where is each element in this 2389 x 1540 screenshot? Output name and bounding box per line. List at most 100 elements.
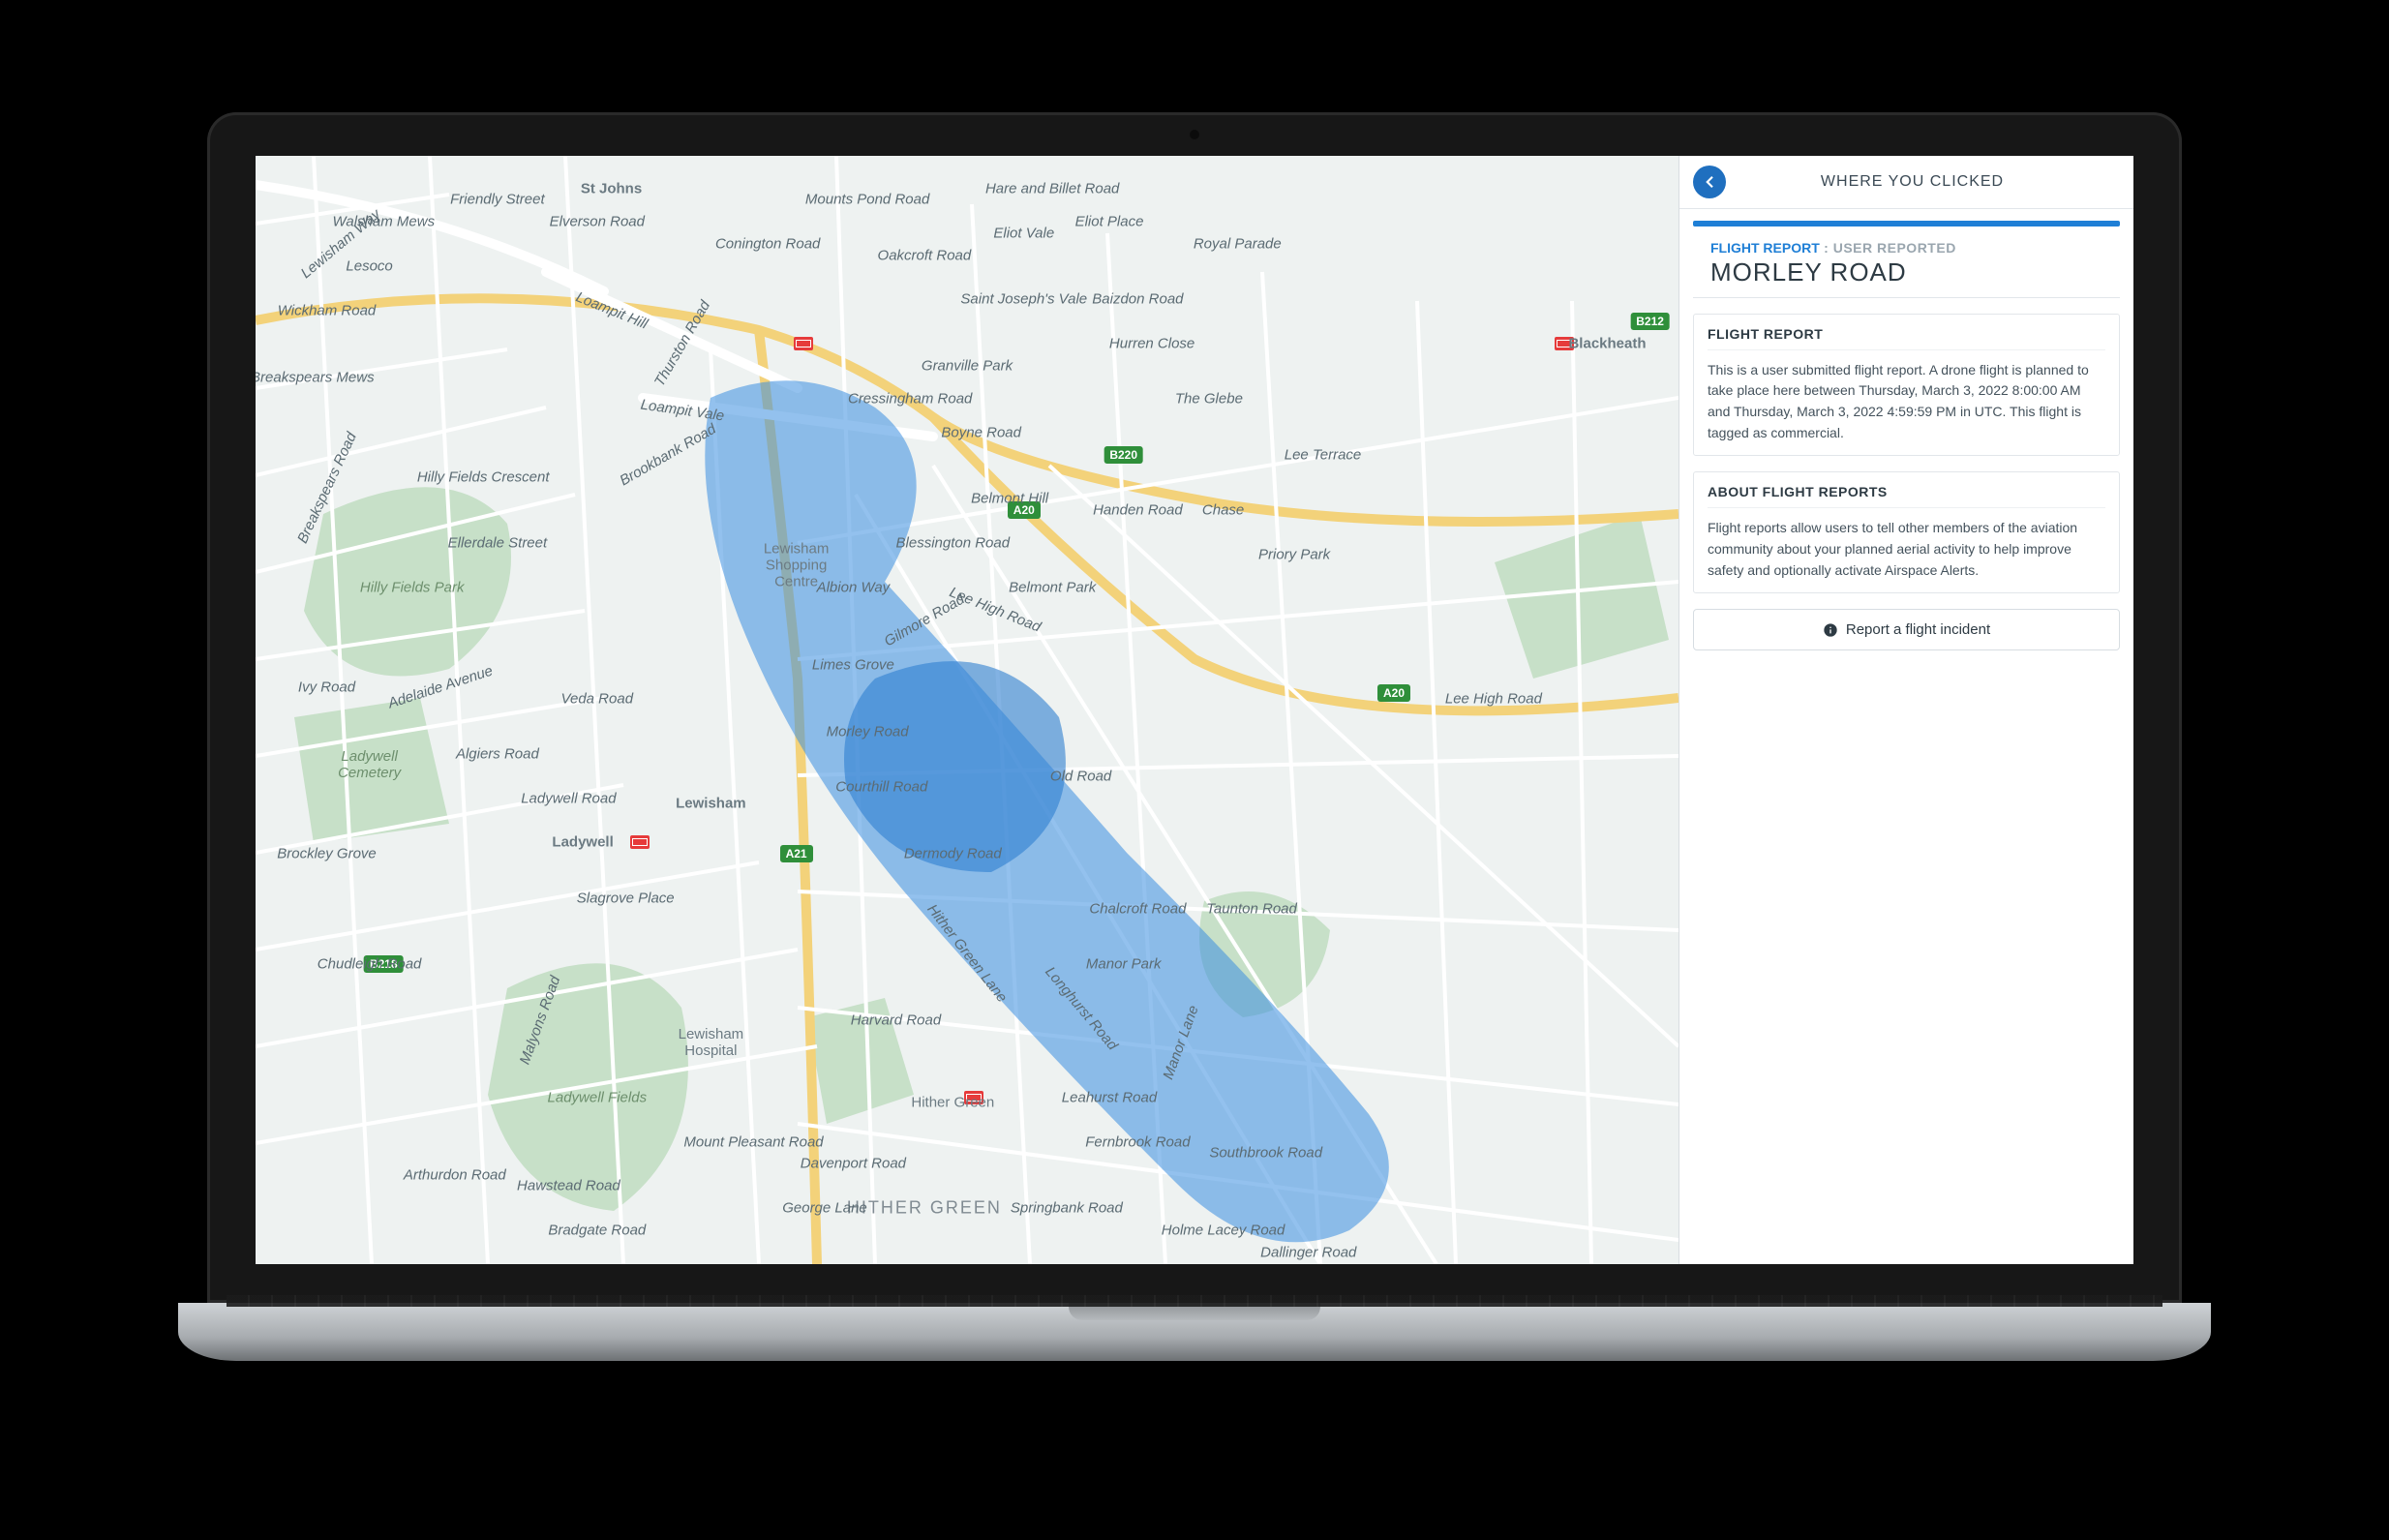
label-hurren: Hurren Close bbox=[1109, 336, 1194, 352]
label-lesoco: Lesoco bbox=[346, 258, 392, 275]
label-mounts-pond: Mounts Pond Road bbox=[805, 192, 929, 208]
label-davenport: Davenport Road bbox=[801, 1156, 906, 1172]
label-hither-green: Hither Green bbox=[911, 1095, 994, 1111]
label-ladywell-cem: Ladywell Cemetery bbox=[326, 748, 413, 781]
location-title: MORLEY ROAD bbox=[1710, 257, 2102, 287]
label-harvard: Harvard Road bbox=[851, 1012, 941, 1028]
label-slagrove: Slagrove Place bbox=[577, 890, 675, 906]
rail-icon bbox=[630, 835, 650, 849]
label-belmont-pk: Belmont Park bbox=[1009, 580, 1096, 596]
label-southbrook: Southbrook Road bbox=[1209, 1145, 1322, 1162]
label-lewisham-hospital: Lewisham Hospital bbox=[667, 1026, 754, 1059]
label-hilly-fields: Hilly Fields Park bbox=[360, 580, 465, 596]
back-button[interactable] bbox=[1693, 166, 1726, 198]
label-springbank: Springbank Road bbox=[1011, 1200, 1123, 1217]
eyebrow-category: FLIGHT REPORT bbox=[1710, 240, 1820, 256]
laptop-base bbox=[178, 1303, 2211, 1361]
label-fernbrook: Fernbrook Road bbox=[1085, 1133, 1190, 1150]
label-belmont-hill: Belmont Hill bbox=[971, 491, 1048, 507]
label-ellerdale: Ellerdale Street bbox=[448, 535, 548, 552]
label-lee-terrace: Lee Terrace bbox=[1285, 446, 1362, 463]
label-chalcroft: Chalcroft Road bbox=[1089, 901, 1186, 918]
label-boyne: Boyne Road bbox=[941, 424, 1021, 440]
label-blessington: Blessington Road bbox=[896, 535, 1011, 552]
report-incident-button[interactable]: Report a flight incident bbox=[1693, 609, 2120, 650]
label-lee-high2: Lee High Road bbox=[1445, 690, 1542, 707]
label-bradgate: Bradgate Road bbox=[548, 1223, 646, 1239]
label-mt-pleasant: Mount Pleasant Road bbox=[683, 1133, 823, 1150]
label-george-ln: George Lane bbox=[782, 1200, 867, 1217]
map-view[interactable]: A20 A20 A21 B220 B212 B218 Lewisham Lewi… bbox=[256, 156, 1678, 1264]
title-block: FLIGHT REPORT : USER REPORTED MORLEY ROA… bbox=[1693, 226, 2120, 298]
info-sidebar: WHERE YOU CLICKED FLIGHT REPORT : USER R… bbox=[1678, 156, 2133, 1264]
arrow-left-icon bbox=[1701, 173, 1718, 191]
label-ladywell: Ladywell bbox=[552, 834, 613, 851]
label-hawstead: Hawstead Road bbox=[517, 1178, 620, 1194]
label-hare-billet: Hare and Billet Road bbox=[985, 180, 1119, 196]
eyebrow-sub: USER REPORTED bbox=[1833, 240, 1956, 256]
label-handen: Handen Road bbox=[1093, 501, 1183, 518]
section-title: FLIGHT REPORT bbox=[1708, 326, 2105, 350]
label-holme: Holme Lacey Road bbox=[1162, 1223, 1285, 1239]
laptop-mockup: A20 A20 A21 B220 B212 B218 Lewisham Lewi… bbox=[178, 112, 2211, 1429]
label-morley: Morley Road bbox=[827, 723, 909, 740]
info-icon bbox=[1823, 622, 1838, 638]
label-st-josephs: Saint Joseph's Vale bbox=[960, 291, 1087, 308]
label-leahurst: Leahurst Road bbox=[1062, 1089, 1157, 1105]
label-chudleigh: Chudleigh Road bbox=[318, 956, 422, 973]
keyboard-strip bbox=[227, 1295, 2162, 1307]
sidebar-header-title: WHERE YOU CLICKED bbox=[1738, 173, 2120, 191]
road-a20-north bbox=[256, 298, 1678, 522]
label-lewisham: Lewisham bbox=[676, 796, 746, 812]
label-the-glebe: The Glebe bbox=[1175, 391, 1243, 408]
label-dermody: Dermody Road bbox=[904, 845, 1002, 861]
label-brockley-grove: Brockley Grove bbox=[277, 845, 377, 861]
label-baizdon: Baizdon Road bbox=[1092, 291, 1183, 308]
eyebrow: FLIGHT REPORT : USER REPORTED bbox=[1710, 240, 2102, 256]
label-hither-green-big: HITHER GREEN bbox=[847, 1198, 1002, 1219]
label-taunton: Taunton Road bbox=[1206, 901, 1297, 918]
label-granville: Granville Park bbox=[922, 358, 1013, 375]
label-oakcroft: Oakcroft Road bbox=[878, 247, 972, 263]
label-chase: Chase bbox=[1202, 501, 1244, 518]
road-shield-b212: B212 bbox=[1630, 313, 1670, 330]
label-cressingham: Cressingham Road bbox=[848, 391, 972, 408]
label-algiers: Algiers Road bbox=[456, 745, 539, 762]
label-arthurdon: Arthurdon Road bbox=[404, 1166, 506, 1183]
label-limes: Limes Grove bbox=[812, 657, 894, 674]
label-blackheath: Blackheath bbox=[1568, 336, 1646, 352]
label-wickham: Wickham Road bbox=[278, 302, 377, 318]
label-eliot-vale: Eliot Vale bbox=[993, 225, 1054, 241]
laptop-lid: A20 A20 A21 B220 B212 B218 Lewisham Lewi… bbox=[207, 112, 2182, 1303]
label-ladywell-fields: Ladywell Fields bbox=[548, 1089, 648, 1105]
section-flight-report: FLIGHT REPORT This is a user submitted f… bbox=[1693, 314, 2120, 457]
label-royal-parade: Royal Parade bbox=[1194, 236, 1282, 253]
road-shield-a20: A20 bbox=[1377, 684, 1410, 702]
label-hilly-cres: Hilly Fields Crescent bbox=[417, 468, 550, 485]
eyebrow-sep: : bbox=[1820, 240, 1833, 256]
label-ivy: Ivy Road bbox=[298, 679, 355, 696]
label-dallinger: Dallinger Road bbox=[1260, 1245, 1356, 1261]
label-walbrook: Walsham Mews bbox=[333, 214, 436, 230]
section-body: This is a user submitted flight report. … bbox=[1708, 360, 2105, 444]
label-eliot-pl: Eliot Place bbox=[1075, 214, 1144, 230]
section-about-reports: ABOUT FLIGHT REPORTS Flight reports allo… bbox=[1693, 471, 2120, 593]
label-ladywell-rd: Ladywell Road bbox=[521, 790, 616, 806]
label-elverson: Elverson Road bbox=[550, 214, 645, 230]
label-old-rd: Old Road bbox=[1050, 768, 1111, 784]
label-friendly: Friendly Street bbox=[450, 192, 545, 208]
section-body: Flight reports allow users to tell other… bbox=[1708, 518, 2105, 581]
road-shield-a21: A21 bbox=[780, 845, 813, 862]
label-veda: Veda Road bbox=[561, 690, 634, 707]
label-priory: Priory Park bbox=[1258, 546, 1330, 562]
sidebar-header: WHERE YOU CLICKED bbox=[1679, 156, 2133, 209]
label-albion: Albion Way bbox=[817, 580, 891, 596]
label-breaksmews: Breakspears Mews bbox=[256, 369, 375, 385]
rail-icon bbox=[794, 337, 813, 350]
label-st-johns: St Johns bbox=[581, 180, 642, 196]
road-shield-b220: B220 bbox=[1104, 446, 1143, 464]
label-conington: Conington Road bbox=[715, 236, 820, 253]
label-courthill: Courthill Road bbox=[835, 779, 927, 796]
section-title: ABOUT FLIGHT REPORTS bbox=[1708, 484, 2105, 508]
app-screen: A20 A20 A21 B220 B212 B218 Lewisham Lewi… bbox=[256, 156, 2133, 1264]
